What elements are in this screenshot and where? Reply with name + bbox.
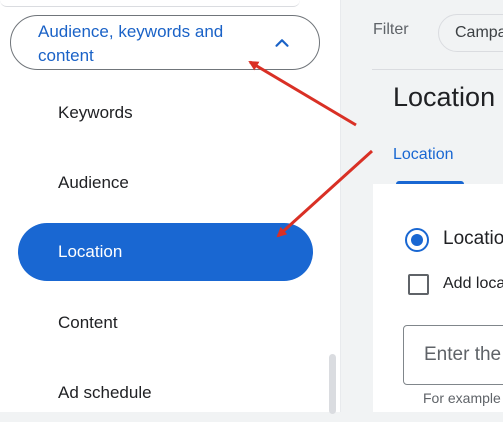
location-search-field[interactable] [403, 325, 503, 385]
sidebar-item-label: Audience [58, 173, 129, 192]
location-radio-button[interactable] [405, 228, 429, 252]
radio-label: Locatio [443, 228, 503, 249]
sidebar-item-audience[interactable]: Audience [18, 154, 313, 212]
filter-chip-text: Campa [455, 24, 503, 41]
sidebar-item-content[interactable]: Content [18, 294, 313, 352]
campaign-filter-chip[interactable]: Campa [438, 14, 503, 52]
add-location-checkbox[interactable] [408, 274, 429, 295]
sidebar-item-label: Content [58, 313, 118, 332]
sidebar-item-label: Location [58, 242, 123, 261]
input-helper-text: For example [423, 390, 501, 406]
sidebar-item-location[interactable]: Location [18, 223, 313, 281]
scrollbar-thumb[interactable] [329, 354, 336, 414]
sidebar: Audience, keywords and content Keywords … [0, 0, 340, 414]
sidebar-item-keywords[interactable]: Keywords [18, 84, 313, 142]
sidebar-item-label: Keywords [58, 103, 133, 122]
checkbox-label: Add loca [443, 275, 503, 292]
sidebar-item-label: Ad schedule [58, 383, 152, 402]
section-title: Audience, keywords and content [38, 22, 224, 65]
section-header-audience-keywords-content[interactable]: Audience, keywords and content [10, 15, 320, 70]
sidebar-divider [340, 0, 341, 412]
page-title: Location [393, 82, 496, 112]
previous-section-edge [0, 0, 300, 7]
sidebar-item-ad-schedule[interactable]: Ad schedule [18, 364, 313, 422]
filter-label: Filter [373, 21, 409, 38]
tab-location[interactable]: Location [393, 146, 454, 164]
header-divider [372, 69, 503, 70]
location-search-input[interactable] [404, 326, 503, 384]
chevron-up-icon[interactable] [271, 32, 293, 54]
sidebar-scrollbar[interactable] [326, 344, 338, 414]
